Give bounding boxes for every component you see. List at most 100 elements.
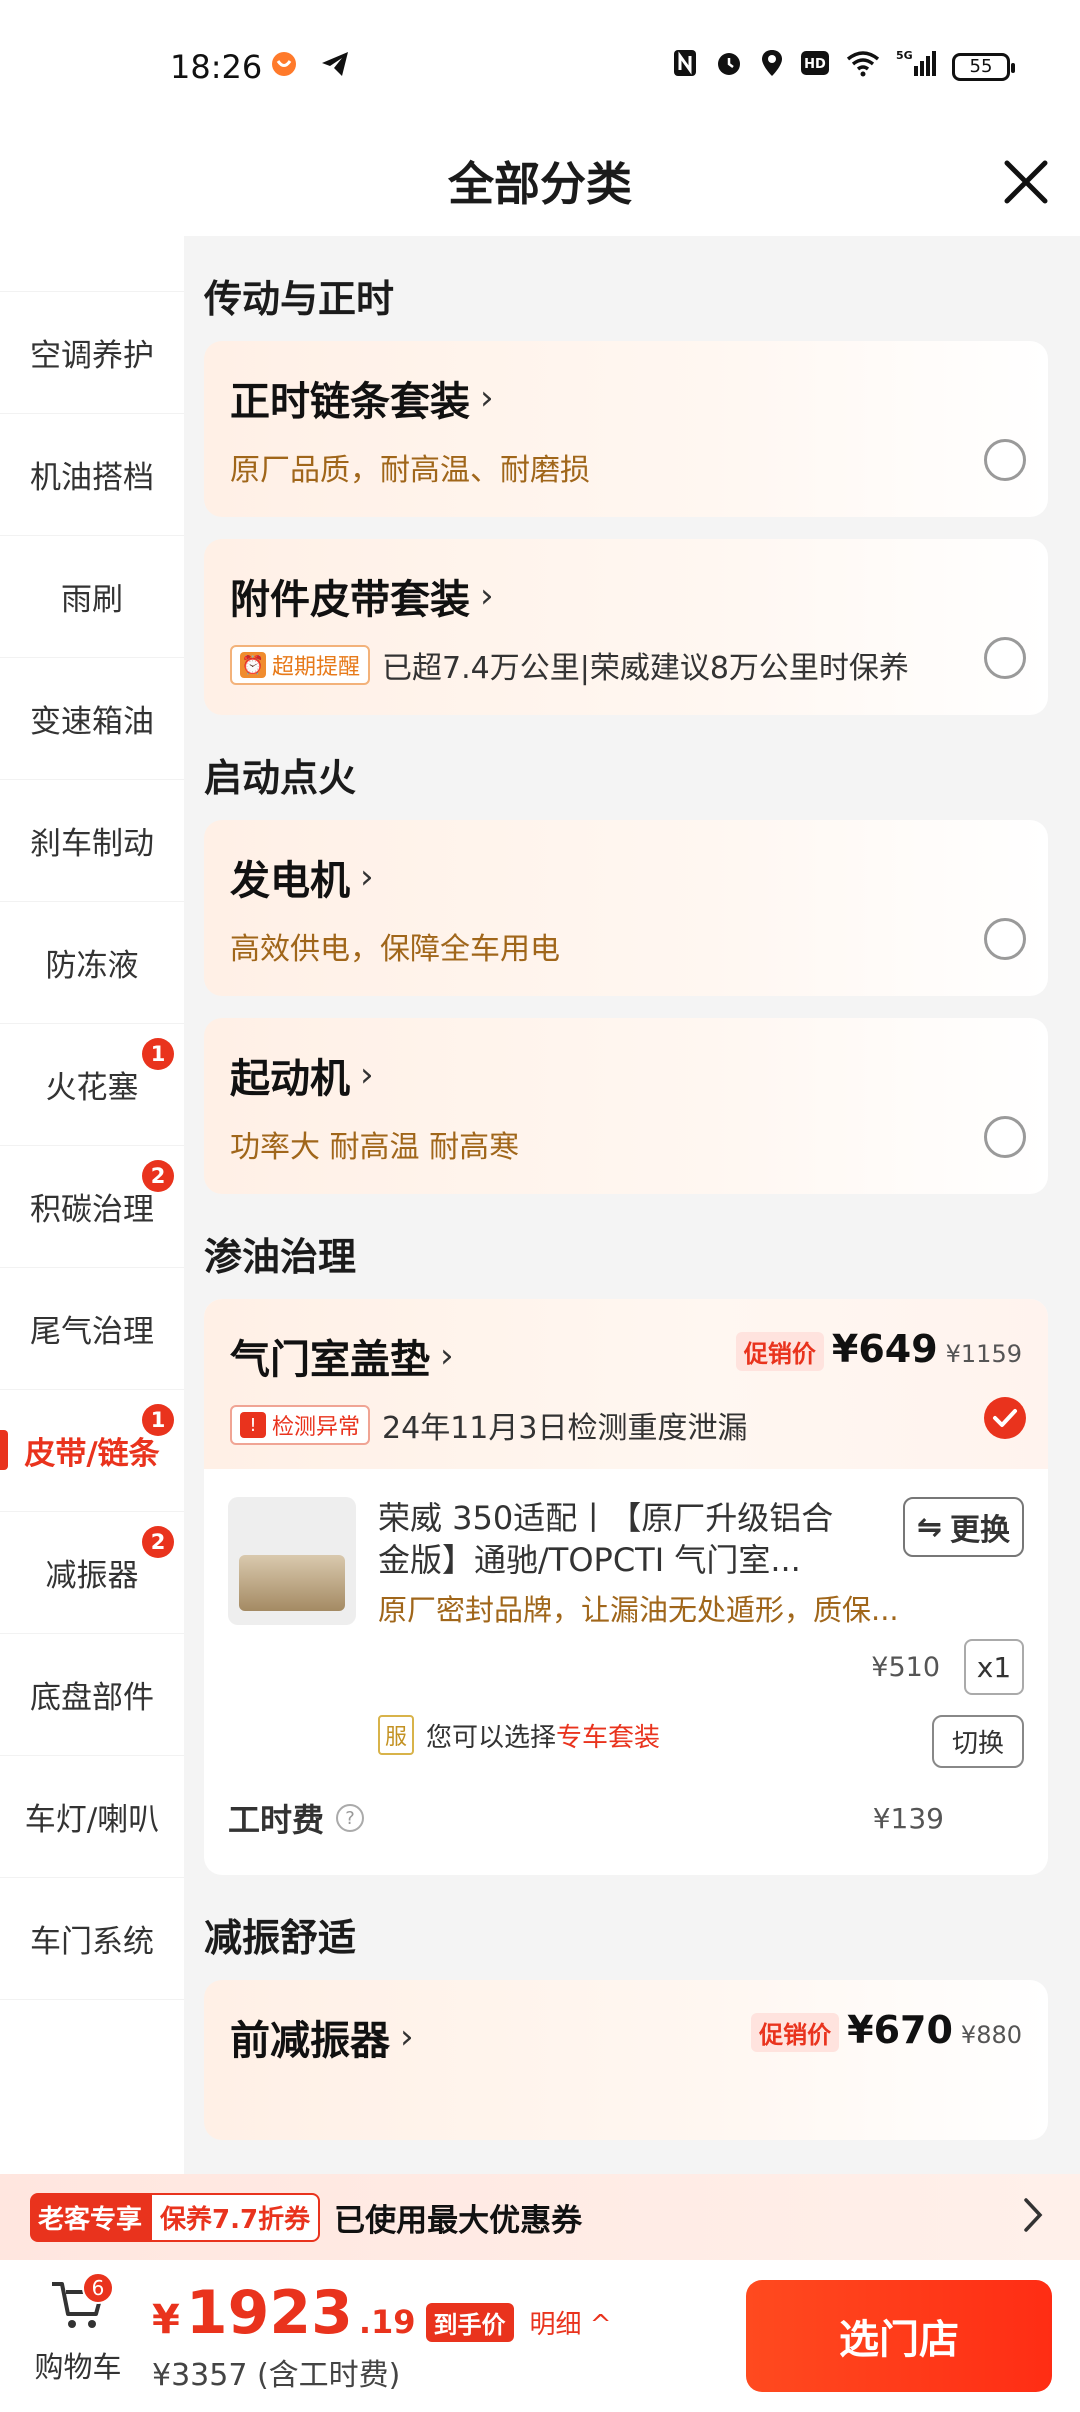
final-price-tag: 到手价 bbox=[425, 2303, 514, 2342]
sidebar-item-spark-plug[interactable]: 火花塞 1 bbox=[0, 1024, 184, 1146]
location-icon bbox=[760, 48, 784, 85]
price-integer: 1923 bbox=[185, 2278, 353, 2348]
sidebar-item-label: 减振器 bbox=[45, 1558, 139, 1594]
warning-text: 24年11月3日检测重度泄漏 bbox=[382, 1411, 748, 1446]
telegram-icon bbox=[320, 50, 350, 82]
sidebar-item-gearbox-oil[interactable]: 变速箱油 bbox=[0, 658, 184, 780]
abnormal-tag: ! 检测异常 bbox=[230, 1405, 371, 1445]
svg-text:HD: HD bbox=[804, 57, 826, 72]
select-store-button[interactable]: 选门店 bbox=[746, 2280, 1052, 2392]
sidebar-item-lights[interactable]: 车灯/喇叭 bbox=[0, 1756, 184, 1878]
service-package-link[interactable]: 专车套装 bbox=[556, 1723, 660, 1753]
quantity-selector[interactable]: x1 bbox=[964, 1639, 1024, 1695]
item-header[interactable]: 气门室盖垫 › 促销价 ¥649 ¥1159 ! 检测异常 24年11月3日检测重度… bbox=[204, 1299, 1048, 1469]
sidebar-item-brake[interactable]: 刹车制动 bbox=[0, 780, 184, 902]
nfc-icon bbox=[672, 48, 698, 85]
item-card-alternator[interactable]: 发电机 › 高效供电，保障全车用电 bbox=[204, 820, 1048, 996]
cart-count-badge: 6 bbox=[82, 2272, 114, 2304]
category-sidebar[interactable]: 空调养护 机油搭档 雨刷 变速箱油 刹车制动 防冻液 火花塞 1 积碳治理 2 尾气… bbox=[0, 236, 184, 2174]
item-title[interactable]: 附件皮带套装 › bbox=[230, 567, 1022, 625]
price-row: 促销价 ¥670 ¥880 bbox=[751, 2008, 1022, 2052]
original-price: ¥1159 bbox=[945, 1340, 1022, 1368]
close-button[interactable] bbox=[994, 150, 1058, 214]
original-price: ¥880 bbox=[960, 2021, 1022, 2049]
warning-icon: ! bbox=[240, 1412, 266, 1438]
status-bar: 18:26 HD 5G 55 bbox=[0, 0, 1080, 130]
service-text: 您可以选择专车套装 bbox=[426, 1722, 661, 1753]
sidebar-item-label: 车灯/喇叭 bbox=[24, 1802, 160, 1838]
product-row[interactable]: 荣威 350适配丨【原厂升级铝合金版】通驰/TOPCTI 气门室... 原厂密封… bbox=[204, 1469, 1048, 1629]
item-card-valve-cover-gasket[interactable]: 气门室盖垫 › 促销价 ¥649 ¥1159 ! 检测异常 24年11月3日检测重度… bbox=[204, 1299, 1048, 1875]
chevron-right-icon: › bbox=[440, 1336, 454, 1376]
product-thumbnail[interactable] bbox=[228, 1497, 356, 1625]
sidebar-item-partial[interactable] bbox=[0, 236, 184, 292]
price-row: 促销价 ¥649 ¥1159 bbox=[735, 1327, 1022, 1371]
sidebar-item-wiper[interactable]: 雨刷 bbox=[0, 536, 184, 658]
section-title: 减振舒适 bbox=[204, 1916, 357, 1960]
sidebar-item-label: 积碳治理 bbox=[30, 1192, 154, 1228]
sidebar-item-label: 变速箱油 bbox=[30, 704, 154, 740]
promo-tag: 促销价 bbox=[751, 2013, 840, 2052]
sidebar-item-label: 火花塞 bbox=[45, 1070, 139, 1106]
signal-icon: 5G bbox=[896, 48, 936, 85]
cart-button[interactable]: 6 购物车 bbox=[30, 2272, 126, 2386]
sidebar-item-label: 机油搭档 bbox=[30, 460, 154, 496]
chevron-right-icon: › bbox=[480, 576, 494, 616]
sidebar-item-label: 防冻液 bbox=[45, 948, 139, 984]
coupon-bar[interactable]: 老客专享 保养7.7折券 已使用最大优惠券 bbox=[0, 2174, 1080, 2260]
item-card-timing-chain[interactable]: 正时链条套装 › 原厂品质，耐高温、耐磨损 bbox=[204, 341, 1048, 517]
chevron-right-icon[interactable] bbox=[1022, 2196, 1044, 2238]
category-content[interactable]: 传动与正时 正时链条套装 › 原厂品质，耐高温、耐磨损 附件皮带套装 › ⏰ 超期提醒… bbox=[184, 236, 1080, 2174]
select-radio[interactable] bbox=[984, 918, 1026, 960]
select-radio-checked[interactable] bbox=[984, 1397, 1026, 1439]
battery-icon: 55 bbox=[952, 52, 1015, 81]
swap-product-button[interactable]: ⇋ 更换 bbox=[902, 1497, 1024, 1557]
quantity-row: ¥510 x1 bbox=[204, 1629, 1048, 1695]
page-title: 全部分类 bbox=[448, 157, 632, 211]
service-icon: 服 bbox=[378, 1715, 414, 1755]
alarm-icon bbox=[714, 48, 744, 85]
promo-tag: 促销价 bbox=[735, 1332, 824, 1371]
hd-icon: HD bbox=[800, 50, 830, 83]
price-detail-toggle[interactable]: 明细 ^ bbox=[530, 2304, 612, 2341]
help-icon[interactable]: ? bbox=[336, 1804, 365, 1832]
labor-fee-price: ¥139 bbox=[872, 1801, 944, 1835]
svg-text:5G: 5G bbox=[896, 49, 913, 62]
close-icon bbox=[1004, 160, 1048, 204]
sidebar-item-label: 皮带/链条 bbox=[24, 1436, 160, 1472]
item-title[interactable]: 发电机 › bbox=[230, 848, 1022, 906]
item-card-accessory-belt[interactable]: 附件皮带套装 › ⏰ 超期提醒 已超7.4万公里|荣威建议8万公里时保养 bbox=[204, 539, 1048, 715]
sidebar-item-oil[interactable]: 机油搭档 bbox=[0, 414, 184, 536]
select-radio[interactable] bbox=[984, 637, 1026, 679]
app-notification-icon bbox=[270, 50, 298, 82]
item-description: 原厂品质，耐高温、耐磨损 bbox=[230, 453, 590, 488]
currency-symbol: ¥ bbox=[152, 2297, 180, 2343]
item-warning: ! 检测异常 24年11月3日检测重度泄漏 bbox=[230, 1403, 1022, 1447]
sidebar-item-antifreeze[interactable]: 防冻液 bbox=[0, 902, 184, 1024]
item-card-front-shock[interactable]: 前减振器 › 促销价 ¥670 ¥880 bbox=[204, 1980, 1048, 2140]
select-radio[interactable] bbox=[984, 439, 1026, 481]
sidebar-item-chassis[interactable]: 底盘部件 bbox=[0, 1634, 184, 1756]
sidebar-item-doors[interactable]: 车门系统 bbox=[0, 1878, 184, 2000]
page-header: 全部分类 bbox=[0, 130, 1080, 236]
unit-price: ¥510 bbox=[871, 1651, 940, 1683]
item-card-starter[interactable]: 起动机 › 功率大 耐高温 耐高寒 bbox=[204, 1018, 1048, 1194]
product-name: 荣威 350适配丨【原厂升级铝合金版】通驰/TOPCTI 气门室... bbox=[378, 1499, 834, 1579]
product-box-image bbox=[239, 1555, 345, 1611]
cart-label: 购物车 bbox=[34, 2350, 122, 2384]
sidebar-item-carbon[interactable]: 积碳治理 2 bbox=[0, 1146, 184, 1268]
sidebar-item-belt-chain[interactable]: 皮带/链条 1 bbox=[0, 1390, 184, 1512]
check-icon bbox=[993, 1409, 1017, 1427]
sidebar-item-exhaust[interactable]: 尾气治理 bbox=[0, 1268, 184, 1390]
swap-icon: ⇋ bbox=[916, 1509, 942, 1545]
count-badge: 1 bbox=[142, 1038, 174, 1070]
loyal-customer-tag: 老客专享 bbox=[30, 2192, 151, 2242]
sidebar-item-ac[interactable]: 空调养护 bbox=[0, 292, 184, 414]
item-title[interactable]: 起动机 › bbox=[230, 1046, 1022, 1104]
overdue-tag: ⏰ 超期提醒 bbox=[230, 645, 371, 685]
item-title[interactable]: 正时链条套装 › bbox=[230, 369, 1022, 427]
count-badge: 2 bbox=[142, 1526, 174, 1558]
labor-fee-row: 工时费 ? ¥139 bbox=[204, 1755, 1048, 1875]
select-radio[interactable] bbox=[984, 1116, 1026, 1158]
sidebar-item-shock[interactable]: 减振器 2 bbox=[0, 1512, 184, 1634]
